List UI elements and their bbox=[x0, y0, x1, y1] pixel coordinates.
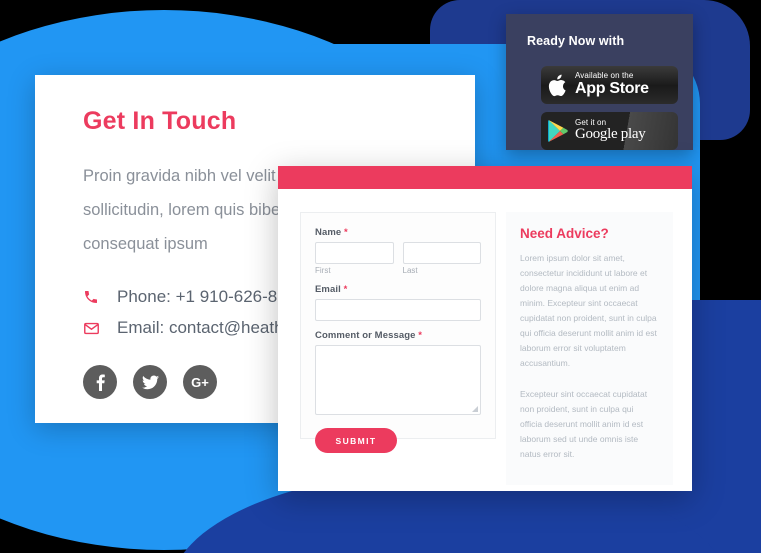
message-field-label: Comment or Message * bbox=[315, 330, 423, 341]
app-download-panel: Ready Now with Available on the App Stor… bbox=[506, 14, 693, 150]
app-store-badge-text: Available on the App Store bbox=[575, 71, 649, 97]
app-store-badge[interactable]: Available on the App Store bbox=[541, 66, 678, 104]
required-mark: * bbox=[343, 284, 348, 295]
contact-phone-text: Phone: +1 910-626-85 bbox=[117, 287, 287, 306]
apple-icon bbox=[541, 73, 575, 98]
first-name-input[interactable] bbox=[315, 242, 394, 264]
email-field-label: Email * bbox=[315, 284, 348, 295]
google-play-badge[interactable]: Get it on Google play bbox=[541, 112, 678, 150]
need-advice-paragraph-1: Lorem ipsum dolor sit amet, consectetur … bbox=[520, 253, 657, 368]
social-links: G+ bbox=[83, 365, 217, 399]
envelope-icon bbox=[83, 320, 105, 337]
required-mark: * bbox=[344, 227, 348, 238]
first-name-sublabel: First bbox=[315, 266, 331, 275]
contact-form: Name * First Last Email * Comment or Mes… bbox=[300, 212, 496, 453]
message-textarea[interactable] bbox=[315, 345, 481, 415]
google-play-icon bbox=[541, 119, 575, 143]
first-name-group: First bbox=[315, 242, 394, 275]
required-mark: * bbox=[418, 330, 423, 341]
contact-email[interactable]: Email: contact@heath bbox=[83, 318, 284, 338]
contact-email-text: Email: contact@heath bbox=[117, 318, 284, 337]
need-advice-panel: Need Advice? Lorem ipsum dolor sit amet,… bbox=[506, 212, 673, 485]
google-plus-icon[interactable]: G+ bbox=[183, 365, 217, 399]
contact-form-card: Name * First Last Email * Comment or Mes… bbox=[278, 166, 692, 491]
last-name-input[interactable] bbox=[402, 242, 481, 264]
page-title: Get In Touch bbox=[83, 107, 237, 135]
need-advice-title: Need Advice? bbox=[520, 226, 609, 241]
submit-button[interactable]: SUBMIT bbox=[315, 428, 397, 453]
contact-phone[interactable]: Phone: +1 910-626-85 bbox=[83, 287, 287, 307]
twitter-icon[interactable] bbox=[133, 365, 167, 399]
email-field[interactable] bbox=[315, 299, 481, 321]
form-card-accent-bar bbox=[278, 166, 692, 189]
google-play-badge-text: Get it on Google play bbox=[575, 117, 646, 143]
phone-icon bbox=[83, 289, 105, 305]
name-field-row: First Last bbox=[315, 242, 481, 275]
name-field-label: Name * bbox=[315, 227, 348, 238]
app-panel-title: Ready Now with bbox=[527, 34, 625, 48]
last-name-group: Last bbox=[402, 242, 481, 275]
facebook-icon[interactable] bbox=[83, 365, 117, 399]
need-advice-paragraph-2: Excepteur sint occaecat cupidatat non pr… bbox=[520, 389, 648, 459]
last-name-sublabel: Last bbox=[402, 266, 418, 275]
